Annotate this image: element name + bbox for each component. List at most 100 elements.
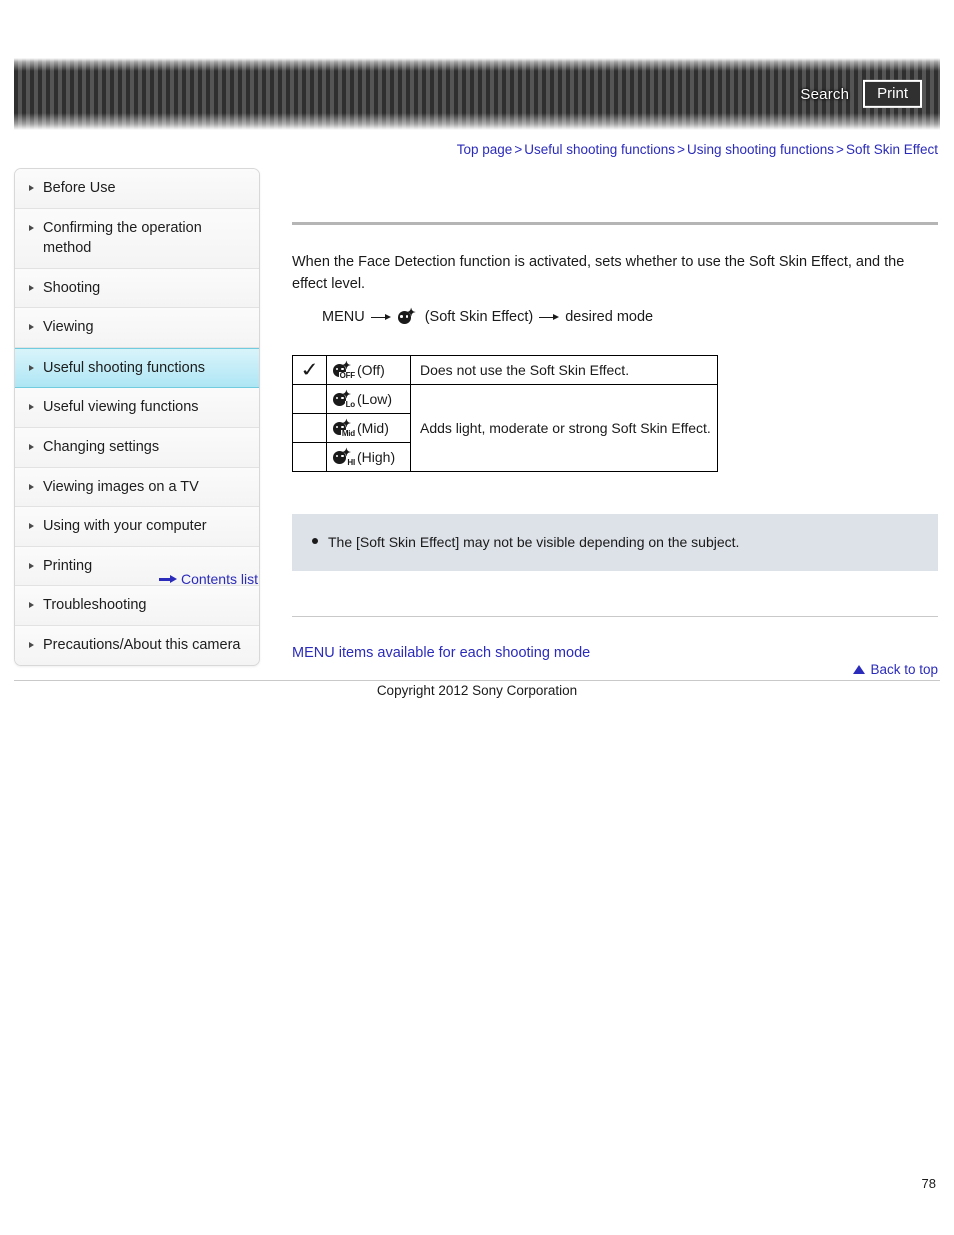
sidebar-item-confirming-the-operation-method[interactable]: Confirming the operation method <box>15 208 259 269</box>
sidebar-item-label: Before Use <box>43 180 116 196</box>
sidebar-item-label: Useful viewing functions <box>43 399 199 416</box>
sidebar-item-label: Confirming the operation method <box>43 219 202 257</box>
chevron-right-icon <box>29 185 34 191</box>
icon-sub-label: OFF <box>338 370 355 380</box>
chevron-right-icon <box>29 602 34 609</box>
breadcrumb-item-soft-skin-effect[interactable]: Soft Skin Effect <box>846 142 938 157</box>
mode-label: (Off) <box>357 362 385 379</box>
arrow-right-icon <box>158 574 177 584</box>
row-mode-cell[interactable]: ✦ Lo (Low) <box>326 384 411 415</box>
intro-paragraph: When the Face Detection function is acti… <box>292 254 905 293</box>
sparkle-glyph: ✦ <box>341 359 351 372</box>
row-description-cell: Does not use the Soft Skin Effect. <box>410 355 718 386</box>
sidebar-item-before-use[interactable]: Before Use <box>15 169 259 209</box>
chevron-right-icon <box>29 324 34 331</box>
row-mode-cell[interactable]: ✦ HI (High) <box>326 442 411 473</box>
sparkle-glyph: ✦ <box>341 417 351 430</box>
menu-path-line: MENU ✦ (Soft Skin Effect) desired mode <box>322 306 938 329</box>
sidebar-navigation: Before Use Confirming the operation meth… <box>14 168 260 666</box>
sidebar-item-label: Using with your computer <box>43 518 207 535</box>
triangle-up-icon <box>853 665 866 674</box>
check-icon: ✓ <box>298 358 321 382</box>
chevron-right-icon <box>29 483 34 490</box>
chevron-right-icon <box>29 444 34 451</box>
sidebar-item-precautions-about-this-camera[interactable]: Precautions/About this camera <box>15 625 259 665</box>
sidebar-item-label: Useful shooting functions <box>43 359 206 376</box>
soft-skin-effect-high-icon: ✦ HI <box>332 446 355 467</box>
breadcrumb-separator: > <box>677 142 685 157</box>
row-mode-cell[interactable]: ✦ OFF (Off) <box>326 355 411 386</box>
sidebar-item-viewing[interactable]: Viewing <box>15 308 259 348</box>
soft-skin-effect-icon: ✦ <box>397 307 419 326</box>
soft-skin-effect-off-icon: ✦ OFF <box>332 359 355 380</box>
sidebar-item-label: Precautions/About this camera <box>43 636 241 653</box>
sidebar-item-shooting[interactable]: Shooting <box>15 268 259 309</box>
mode-label: (Low) <box>357 391 393 408</box>
back-to-top-label: Back to top <box>870 662 938 677</box>
sidebar-item-troubleshooting[interactable]: Troubleshooting <box>15 586 259 626</box>
contents-list-link[interactable]: Contents list <box>14 571 258 587</box>
sparkle-glyph: ✦ <box>341 446 351 459</box>
page-number: 78 <box>921 1176 936 1191</box>
table-row: ✓ ✦ OFF (Off) Does not use the Soft Skin… <box>292 355 718 386</box>
contents-list-label: Contents list <box>180 571 258 587</box>
sidebar-item-useful-viewing-functions[interactable]: Useful viewing functions <box>15 388 259 429</box>
sidebar-item-label: Viewing images on a TV <box>43 478 199 495</box>
chevron-right-icon <box>29 284 34 291</box>
chevron-right-icon <box>29 224 34 231</box>
header-controls: Search Print <box>800 79 922 109</box>
content-top-divider <box>292 222 938 225</box>
arrow-right-icon <box>370 313 391 322</box>
row-check-cell[interactable]: ✓ <box>292 355 327 386</box>
sparkle-glyph: ✦ <box>406 307 416 320</box>
footer-divider <box>14 680 940 681</box>
soft-skin-effect-mid-icon: ✦ Mid <box>332 417 355 438</box>
breadcrumb-separator: > <box>514 142 523 157</box>
print-button[interactable]: Print <box>863 79 922 109</box>
chevron-right-icon <box>29 523 34 530</box>
back-to-top-link[interactable]: Back to top <box>292 662 938 677</box>
row-mode-cell[interactable]: ✦ Mid (Mid) <box>326 413 411 444</box>
sidebar-item-label: Troubleshooting <box>43 597 147 614</box>
note-text: The [Soft Skin Effect] may not be visibl… <box>328 534 740 551</box>
bullet-icon <box>312 538 318 545</box>
sidebar-item-useful-shooting-functions[interactable]: Useful shooting functions <box>15 347 259 389</box>
sidebar-item-changing-settings[interactable]: Changing settings <box>15 428 259 468</box>
breadcrumb: Top page > Useful shooting functions > Using… <box>292 142 938 157</box>
sidebar-item-using-with-your-computer[interactable]: Using with your computer <box>15 507 259 547</box>
main-content: When the Face Detection function is acti… <box>292 222 938 661</box>
row-check-cell[interactable] <box>292 384 327 415</box>
note-box: The [Soft Skin Effect] may not be visibl… <box>292 514 938 572</box>
row-description-cell-merged: Adds light, moderate or strong Soft Skin… <box>410 384 718 473</box>
note-item: The [Soft Skin Effect] may not be visibl… <box>312 532 918 553</box>
sparkle-glyph: ✦ <box>341 388 351 401</box>
header-banner: Search Print <box>14 58 940 130</box>
related-link-menu-items[interactable]: MENU items available for each shooting m… <box>292 645 938 661</box>
chevron-right-icon <box>29 364 34 371</box>
table-row: ✦ Lo (Low) Adds light, moderate or stron… <box>292 384 718 473</box>
content-bottom-divider <box>292 616 938 618</box>
menu-end-label: desired mode <box>565 308 654 325</box>
sidebar-item-label: Viewing <box>43 319 94 336</box>
icon-sub-label: HI <box>346 457 355 467</box>
breadcrumb-item-using-shooting-functions[interactable]: Using shooting functions <box>687 142 834 157</box>
menu-icon-label: (Soft Skin Effect) <box>424 308 534 325</box>
soft-skin-effect-low-icon: ✦ Lo <box>332 388 355 409</box>
sidebar-item-viewing-images-on-a-tv[interactable]: Viewing images on a TV <box>15 467 259 508</box>
chevron-right-icon <box>29 404 34 411</box>
mode-label: (Mid) <box>357 420 389 437</box>
icon-sub-label: Mid <box>340 428 355 438</box>
breadcrumb-item-useful-shooting-functions[interactable]: Useful shooting functions <box>524 142 675 157</box>
sidebar-item-label: Shooting <box>43 279 101 296</box>
chevron-right-icon <box>29 641 34 648</box>
chevron-right-icon <box>29 562 34 569</box>
row-check-cell[interactable] <box>292 442 327 473</box>
row-check-cell[interactable] <box>292 413 327 444</box>
breadcrumb-item-top-page[interactable]: Top page <box>457 142 513 157</box>
icon-sub-label: Lo <box>344 399 355 409</box>
mode-label: (High) <box>357 449 396 466</box>
breadcrumb-separator: > <box>836 142 844 157</box>
arrow-right-icon <box>539 313 560 322</box>
search-button[interactable]: Search <box>800 86 849 103</box>
soft-skin-options-table: ✓ ✦ OFF (Off) Does not use the Soft Skin… <box>292 355 718 473</box>
